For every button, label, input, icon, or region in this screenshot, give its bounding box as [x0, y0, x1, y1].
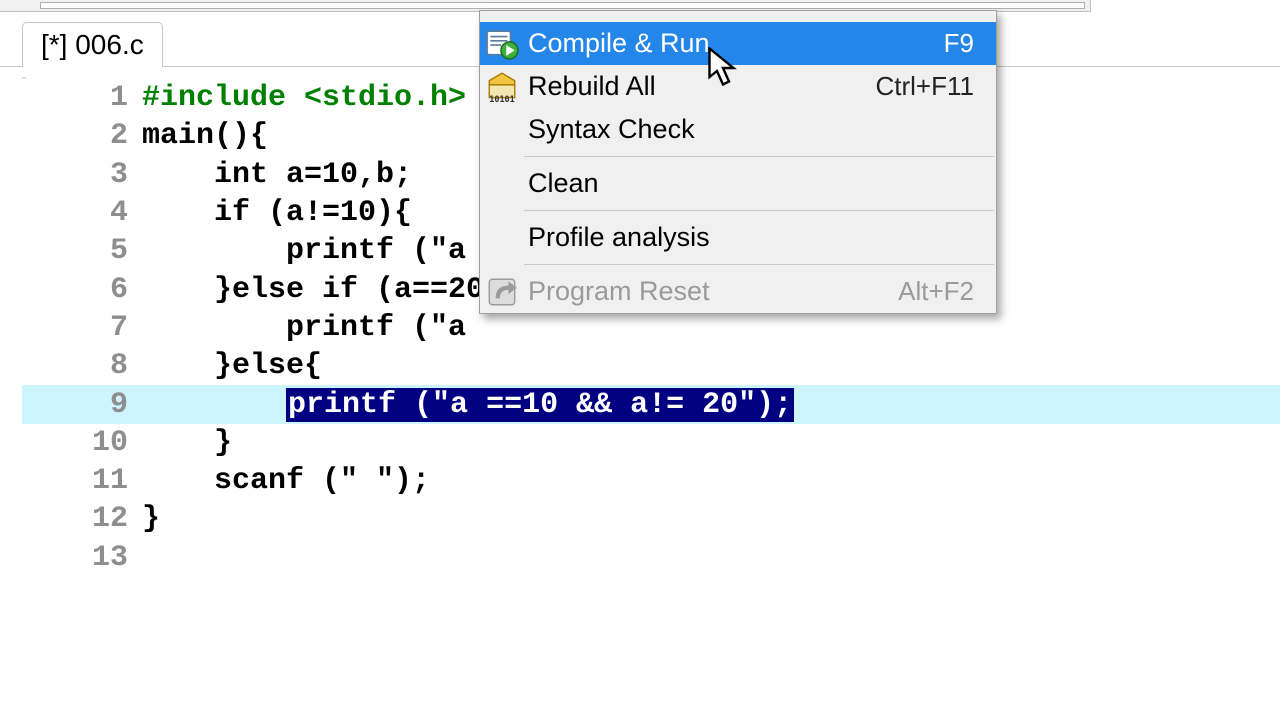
menu-separator	[524, 156, 994, 157]
tab-title: [*] 006.c	[41, 29, 144, 61]
rebuild-icon: 10101	[480, 65, 524, 108]
svg-text:10101: 10101	[489, 94, 515, 103]
line-number: 11	[22, 464, 142, 498]
code-text: printf ("a	[142, 311, 466, 345]
menu-item-shortcut: Alt+F2	[898, 276, 996, 307]
menu-item-label: Rebuild All	[524, 71, 876, 102]
code-text: if (a!=10){	[142, 196, 412, 230]
line-number: 4	[22, 196, 142, 230]
selection: printf ("a ==10 && a!= 20");	[286, 388, 794, 422]
code-line[interactable]: 8 }else{	[22, 347, 1280, 385]
menu-item-label: Program Reset	[524, 276, 898, 307]
menu-item-label: Clean	[524, 168, 974, 199]
line-number: 13	[22, 541, 142, 575]
compile-run-icon	[480, 22, 524, 65]
line-number: 8	[22, 349, 142, 383]
code-text: }	[142, 426, 232, 460]
line-number: 9	[22, 388, 142, 422]
menu-separator	[524, 210, 994, 211]
menu-item-program-reset: Program ResetAlt+F2	[480, 270, 996, 313]
code-line[interactable]: 10 }	[22, 424, 1280, 462]
code-text: printf ("a	[142, 234, 466, 268]
menu-item-rebuild-all[interactable]: 10101 Rebuild AllCtrl+F11	[480, 65, 996, 108]
menu-item-clean[interactable]: Clean	[480, 162, 996, 205]
line-number: 6	[22, 273, 142, 307]
reset-icon	[480, 270, 524, 313]
menu-item-shortcut: Ctrl+F11	[876, 71, 997, 102]
menu-icon-empty	[480, 216, 524, 259]
toolbar-right-block	[1090, 0, 1280, 12]
code-text: int a=10,b;	[142, 158, 412, 192]
line-number: 10	[22, 426, 142, 460]
tab-file[interactable]: [*] 006.c	[22, 22, 163, 67]
code-text: scanf (" ");	[142, 464, 430, 498]
menu-item-shortcut: F9	[944, 28, 996, 59]
menu-icon-empty	[480, 108, 524, 151]
line-number: 7	[22, 311, 142, 345]
menu-item-label: Syntax Check	[524, 114, 974, 145]
code-line[interactable]: 11 scanf (" ");	[22, 462, 1280, 500]
menu-item-syntax-check[interactable]: Syntax Check	[480, 108, 996, 151]
line-number: 3	[22, 158, 142, 192]
code-line[interactable]: 13	[22, 539, 1280, 577]
menu-separator	[524, 264, 994, 265]
toolbar-field	[40, 2, 1085, 9]
code-line[interactable]: 7 printf ("a	[22, 309, 1280, 347]
menu-top-border	[480, 11, 996, 22]
code-text: }	[142, 502, 160, 536]
code-text: printf ("a ==10 && a!= 20");	[142, 388, 794, 422]
menu-item-label: Profile analysis	[524, 222, 974, 253]
code-text: #include <stdio.h>	[142, 81, 466, 115]
line-number: 2	[22, 119, 142, 153]
code-text: }else{	[142, 349, 322, 383]
menu-icon-empty	[480, 162, 524, 205]
code-line[interactable]: 12}	[22, 500, 1280, 538]
menu-item-compile-run[interactable]: Compile & RunF9	[480, 22, 996, 65]
line-number: 12	[22, 502, 142, 536]
menu-item-label: Compile & Run	[524, 28, 944, 59]
line-number: 5	[22, 234, 142, 268]
code-text: }else if (a==20	[142, 273, 484, 307]
line-number: 1	[22, 81, 142, 115]
code-text: main(){	[142, 119, 268, 153]
code-line[interactable]: 9 printf ("a ==10 && a!= 20");	[22, 385, 1280, 423]
execute-menu: Compile & RunF9 10101 Rebuild AllCtrl+F11 S…	[479, 10, 997, 314]
menu-item-profile-analysis[interactable]: Profile analysis	[480, 216, 996, 259]
